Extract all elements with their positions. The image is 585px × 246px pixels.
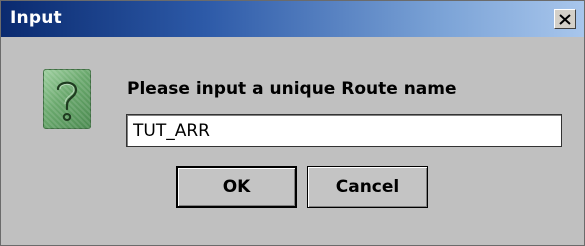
close-button[interactable]: [554, 9, 576, 29]
window-title: Input: [10, 8, 62, 28]
input-dialog: Input Please input a unique Route name O…: [0, 0, 585, 246]
ok-button[interactable]: OK: [176, 166, 297, 208]
prompt-message: Please input a unique Route name: [127, 79, 457, 99]
question-icon: [43, 69, 91, 129]
title-bar[interactable]: Input: [1, 1, 584, 37]
route-name-input[interactable]: [126, 114, 562, 147]
close-icon: [559, 13, 571, 25]
question-mark-icon: [56, 81, 78, 121]
cancel-button[interactable]: Cancel: [307, 166, 428, 208]
